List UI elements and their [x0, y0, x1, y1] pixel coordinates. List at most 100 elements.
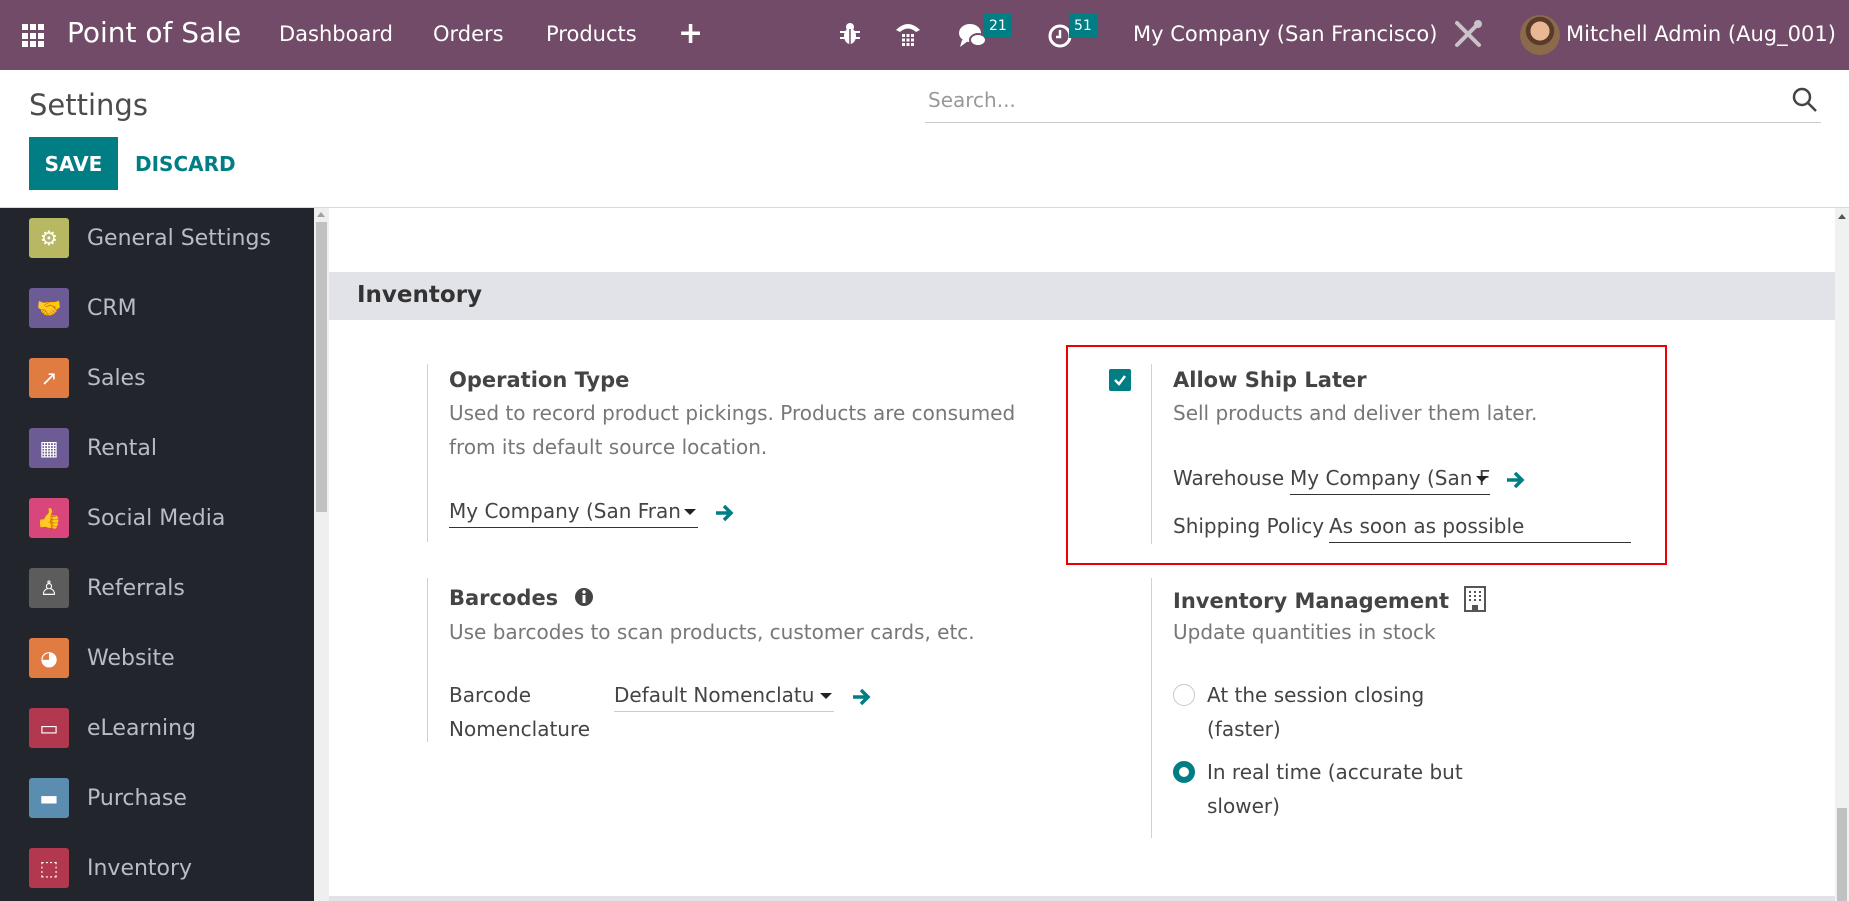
box-icon: ⬚ — [29, 848, 69, 888]
section-title: Inventory — [357, 282, 483, 308]
sidebar-scrollbar-thumb[interactable] — [316, 222, 327, 512]
credit-card-icon: ▬ — [29, 778, 69, 818]
search-input[interactable] — [925, 78, 1765, 122]
bug-icon[interactable] — [838, 21, 862, 47]
radio-session-closing-label-line1[interactable]: At the session closing — [1207, 678, 1424, 712]
sidebar-item-sales[interactable]: ↗ Sales — [0, 348, 314, 408]
divider — [1151, 364, 1152, 544]
sidebar-item-label: Sales — [87, 365, 146, 391]
plus-icon[interactable]: + — [678, 16, 703, 51]
app-grid-icon[interactable] — [22, 24, 46, 48]
globe-icon: ◕ — [29, 638, 69, 678]
shipping-policy-select[interactable]: As soon as possible — [1329, 509, 1631, 543]
warehouse-value: My Company (San Fran — [1290, 466, 1490, 490]
sidebar-item-rental[interactable]: ▦ Rental — [0, 418, 314, 478]
divider — [427, 364, 428, 542]
operation-type-select[interactable]: My Company (San Fran — [449, 494, 698, 528]
main-scrollbar-thumb[interactable] — [1837, 808, 1847, 901]
barcode-nomenclature-select[interactable]: Default Nomenclatu — [614, 678, 834, 712]
sidebar-item-general-settings[interactable]: ⚙ General Settings — [0, 208, 314, 268]
radio-real-time-label-line1[interactable]: In real time (accurate but — [1207, 755, 1463, 789]
presentation-icon: ▭ — [29, 708, 69, 748]
radio-session-closing[interactable] — [1173, 684, 1195, 706]
scroll-up-arrow-icon[interactable] — [1838, 214, 1846, 219]
divider — [1151, 578, 1152, 838]
user-menu[interactable]: Mitchell Admin (Aug_001) — [1566, 22, 1836, 46]
top-navbar: Point of Sale Dashboard Orders Products … — [0, 0, 1849, 70]
arrow-right-icon[interactable] — [1504, 469, 1526, 491]
shipping-policy-label: Shipping Policy — [1173, 514, 1325, 538]
search-bar — [925, 78, 1821, 123]
warehouse-label: Warehouse — [1173, 466, 1285, 490]
main-scrollbar[interactable] — [1835, 208, 1849, 901]
settings-content: Inventory Operation Type Used to record … — [329, 208, 1835, 901]
page-title: Settings — [29, 88, 148, 122]
save-button[interactable]: SAVE — [29, 137, 118, 190]
sidebar-item-referrals[interactable]: ♙ Referrals — [0, 558, 314, 618]
shipping-policy-value: As soon as possible — [1329, 514, 1525, 538]
sidebar-item-label: CRM — [87, 295, 137, 321]
control-panel: Settings SAVE DISCARD — [0, 70, 1849, 208]
sidebar-item-social-media[interactable]: 👍 Social Media — [0, 488, 314, 548]
radio-session-closing-label-line2[interactable]: (faster) — [1207, 712, 1281, 746]
check-icon — [1114, 375, 1126, 386]
info-icon[interactable] — [574, 587, 594, 607]
menu-dashboard[interactable]: Dashboard — [279, 22, 393, 46]
inventory-management-description: Update quantities in stock — [1173, 620, 1436, 644]
menu-orders[interactable]: Orders — [433, 22, 504, 46]
chevron-down-icon — [684, 509, 696, 515]
activities-count-badge: 51 — [1069, 14, 1097, 38]
sidebar-item-label: Purchase — [87, 785, 187, 811]
building-icon — [1464, 586, 1487, 612]
warehouse-select[interactable]: My Company (San Fran — [1290, 461, 1490, 495]
barcode-nomenclature-value: Default Nomenclatu — [614, 683, 815, 707]
sidebar-item-website[interactable]: ◕ Website — [0, 628, 314, 688]
sidebar-item-label: Referrals — [87, 575, 185, 601]
allow-ship-later-title: Allow Ship Later — [1173, 368, 1367, 392]
inventory-management-title-text: Inventory Management — [1173, 589, 1450, 613]
sidebar-scrollbar[interactable] — [314, 208, 329, 901]
phone-icon[interactable] — [894, 20, 922, 48]
divider — [427, 578, 428, 742]
sidebar-item-label: Rental — [87, 435, 157, 461]
operation-type-description: Used to record product pickings. Product… — [449, 401, 1016, 459]
barcode-nomenclature-label-line1: Barcode — [449, 683, 531, 707]
section-header: Inventory — [329, 272, 1835, 320]
operation-type-title: Operation Type — [449, 368, 630, 392]
chevron-down-icon — [1476, 476, 1488, 482]
menu-products[interactable]: Products — [546, 22, 637, 46]
company-switcher[interactable]: My Company (San Francisco) — [1133, 22, 1437, 46]
allow-ship-later-checkbox[interactable] — [1109, 369, 1131, 391]
user-avatar[interactable] — [1520, 15, 1560, 55]
arrow-right-icon[interactable] — [713, 502, 735, 524]
barcode-nomenclature-label-line2: Nomenclature — [449, 717, 591, 741]
sidebar-item-crm[interactable]: 🤝 CRM — [0, 278, 314, 338]
operation-type-value: My Company (San Fran — [449, 499, 681, 523]
tools-icon[interactable] — [1452, 18, 1484, 50]
gear-icon: ⚙ — [29, 218, 69, 258]
sidebar-item-inventory[interactable]: ⬚ Inventory — [0, 838, 314, 898]
hero-icon: ♙ — [29, 568, 69, 608]
arrow-right-icon[interactable] — [850, 686, 872, 708]
chart-up-icon: ↗ — [29, 358, 69, 398]
allow-ship-later-description: Sell products and deliver them later. — [1173, 401, 1538, 425]
handshake-icon: 🤝 — [29, 288, 69, 328]
barcodes-description: Use barcodes to scan products, customer … — [449, 620, 975, 644]
radio-real-time[interactable] — [1173, 761, 1195, 783]
radio-real-time-label-line2[interactable]: slower) — [1207, 789, 1280, 823]
search-icon[interactable] — [1791, 86, 1819, 114]
thumbs-up-icon: 👍 — [29, 498, 69, 538]
barcodes-title-text: Barcodes — [449, 586, 559, 610]
sidebar-item-label: Inventory — [87, 855, 193, 881]
app-name[interactable]: Point of Sale — [67, 16, 241, 49]
chevron-down-icon — [820, 693, 832, 699]
sidebar-item-elearning[interactable]: ▭ eLearning — [0, 698, 314, 758]
discard-button[interactable]: DISCARD — [127, 137, 244, 190]
sidebar-item-label: eLearning — [87, 715, 197, 741]
messages-count-badge: 21 — [984, 14, 1012, 38]
sidebar-item-label: General Settings — [87, 225, 271, 251]
scroll-up-arrow-icon[interactable] — [317, 212, 325, 217]
settings-sidebar: ⚙ General Settings 🤝 CRM ↗ Sales ▦ Renta… — [0, 208, 314, 901]
sidebar-item-purchase[interactable]: ▬ Purchase — [0, 768, 314, 828]
barcodes-title: Barcodes — [449, 586, 594, 610]
